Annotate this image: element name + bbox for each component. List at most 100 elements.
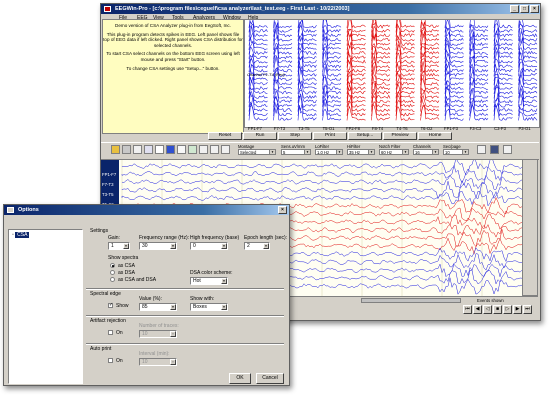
next-icon[interactable]: ▷ (503, 305, 512, 314)
eeg-vertical-scrollbar[interactable] (522, 159, 538, 296)
notch-select[interactable]: 60 Hz ▼ (379, 149, 409, 155)
auto-print-on-checkbox[interactable] (108, 358, 113, 363)
freq-range-select[interactable]: 30 ▼ (139, 242, 177, 250)
csa-info-panel: Demo version of CSA Analyzer plug-in fro… (102, 19, 244, 134)
auto-print-on-label: On (116, 358, 123, 364)
save-icon[interactable] (490, 145, 499, 154)
ok-button[interactable]: OK (229, 373, 251, 384)
sens-select[interactable]: 5 ▼ (281, 149, 311, 155)
run-button[interactable]: Run (243, 132, 277, 140)
separator (86, 315, 284, 317)
prev-page-icon[interactable]: ◀ (473, 305, 482, 314)
zoom-icon[interactable] (221, 145, 230, 154)
csa-channel-label: F7-T3 (273, 126, 286, 131)
channels-group: Channels 16 ▼ (413, 144, 439, 155)
csa-trace (469, 48, 489, 64)
measure-icon[interactable] (210, 145, 219, 154)
setup-button[interactable]: Setup... (348, 132, 382, 140)
hifilter-select[interactable]: 35 Hz ▼ (347, 149, 375, 155)
eeg-channel-name[interactable]: F7-T3 (102, 182, 113, 187)
csa-display[interactable]: Channel F1-T4 (Red) (244, 19, 540, 128)
channels-select[interactable]: 16 ▼ (413, 149, 439, 155)
eeg-time-scrollbar[interactable] (361, 298, 461, 303)
open-folder-icon[interactable] (111, 145, 120, 154)
gain-select[interactable]: 1 ▼ (108, 242, 130, 250)
montage-select[interactable]: Selected ▼ (238, 149, 276, 155)
options-title-bar[interactable]: Options × (4, 205, 289, 215)
home-button[interactable]: Home (418, 132, 452, 140)
epoch-length-value: 2 (247, 243, 250, 249)
filter-icon[interactable] (144, 145, 153, 154)
show-with-select[interactable]: Boxes ▼ (190, 303, 228, 311)
csa-trace (371, 61, 391, 77)
spectral-edge-show-checkbox[interactable]: ✓ (108, 303, 113, 308)
secpage-select[interactable]: 10 ▼ (443, 149, 469, 155)
first-page-icon[interactable]: ⏮ (463, 305, 472, 314)
notch-group: Notch Filter 60 Hz ▼ (379, 144, 409, 155)
stop-icon[interactable]: ■ (493, 305, 502, 314)
main-title-bar[interactable]: EEGWin-Pro - [c:\program files\ceguelf\c… (101, 4, 540, 14)
maximize-icon[interactable]: □ (520, 5, 529, 13)
epoch-length-select[interactable]: 2 ▼ (244, 242, 270, 250)
print-icon[interactable] (122, 145, 131, 154)
tree-item-csa[interactable]: ▫ CSA (12, 232, 30, 238)
last-page-icon[interactable]: ⏭ (523, 305, 532, 314)
prev-icon[interactable]: ◁ (483, 305, 492, 314)
csa-trace (322, 85, 342, 95)
cursor-icon[interactable] (199, 145, 208, 154)
chevron-down-icon: ▼ (221, 304, 227, 310)
interval-select[interactable]: 10 ▼ (139, 358, 177, 366)
close-icon[interactable]: × (278, 206, 287, 214)
spectra-dsa-label: as DSA (118, 270, 135, 276)
help-icon[interactable] (503, 145, 512, 154)
grid-icon[interactable] (155, 145, 164, 154)
csa-trace (395, 90, 415, 108)
csa-trace (420, 77, 440, 95)
step-button[interactable]: Step (278, 132, 312, 140)
chevron-down-icon: ▼ (432, 150, 438, 154)
auto-print-label: Auto print (90, 346, 112, 352)
options-title: Options (18, 207, 39, 213)
marker-icon[interactable] (188, 145, 197, 154)
clip-icon[interactable] (477, 145, 486, 154)
color-icon[interactable] (166, 145, 175, 154)
artifact-on-checkbox[interactable] (108, 330, 113, 335)
sens-group: Sens.uV/mm 5 ▼ (281, 144, 311, 155)
chevron-down-icon: ▼ (304, 150, 310, 154)
montage-icon[interactable] (133, 145, 142, 154)
montage-value: Selected (240, 150, 257, 155)
chevron-down-icon: ▼ (368, 150, 374, 154)
chevron-down-icon: ▼ (170, 243, 176, 249)
gain-label: Gain: (108, 235, 120, 241)
csa-trace (444, 40, 464, 55)
preview-button[interactable]: Preview (383, 132, 417, 140)
spectra-both-radio[interactable] (110, 277, 115, 282)
minimize-icon[interactable]: _ (510, 5, 519, 13)
csa-trace (518, 69, 538, 86)
info-line-3: To start CSA select channels on the bott… (106, 51, 240, 62)
csa-trace (469, 66, 489, 82)
next-page-icon[interactable]: ▶ (513, 305, 522, 314)
csa-trace (297, 78, 317, 95)
traces-select[interactable]: 10 ▼ (139, 330, 177, 338)
lofilter-select[interactable]: 1.0 Hz ▼ (315, 149, 343, 155)
csa-trace (420, 29, 440, 46)
csa-trace (444, 43, 464, 59)
high-freq-select[interactable]: 0 ▼ (190, 242, 228, 250)
csa-channel-label: P3-O1 (518, 126, 531, 131)
channels-value: 16 (415, 150, 420, 155)
csa-channel-label: C3-P3 (494, 126, 506, 131)
close-icon[interactable]: × (530, 5, 539, 13)
eeg-channel-name[interactable]: FP1-F7 (102, 172, 116, 177)
spectra-dsa-radio[interactable] (110, 270, 115, 275)
edge-value-select[interactable]: 85 ▼ (139, 303, 177, 311)
print-button[interactable]: Print (313, 132, 347, 140)
reset-button[interactable]: Reset (208, 132, 242, 140)
dsa-scheme-select[interactable]: Hot ▼ (190, 277, 228, 285)
text-icon[interactable] (177, 145, 186, 154)
secpage-group: Sec/page 10 ▼ (443, 144, 469, 155)
spectra-csa-radio[interactable] (110, 263, 115, 268)
artifact-on-label: On (116, 330, 123, 336)
eeg-channel-name[interactable]: T3-T5 (102, 192, 113, 197)
cancel-button[interactable]: Cancel (256, 373, 284, 384)
